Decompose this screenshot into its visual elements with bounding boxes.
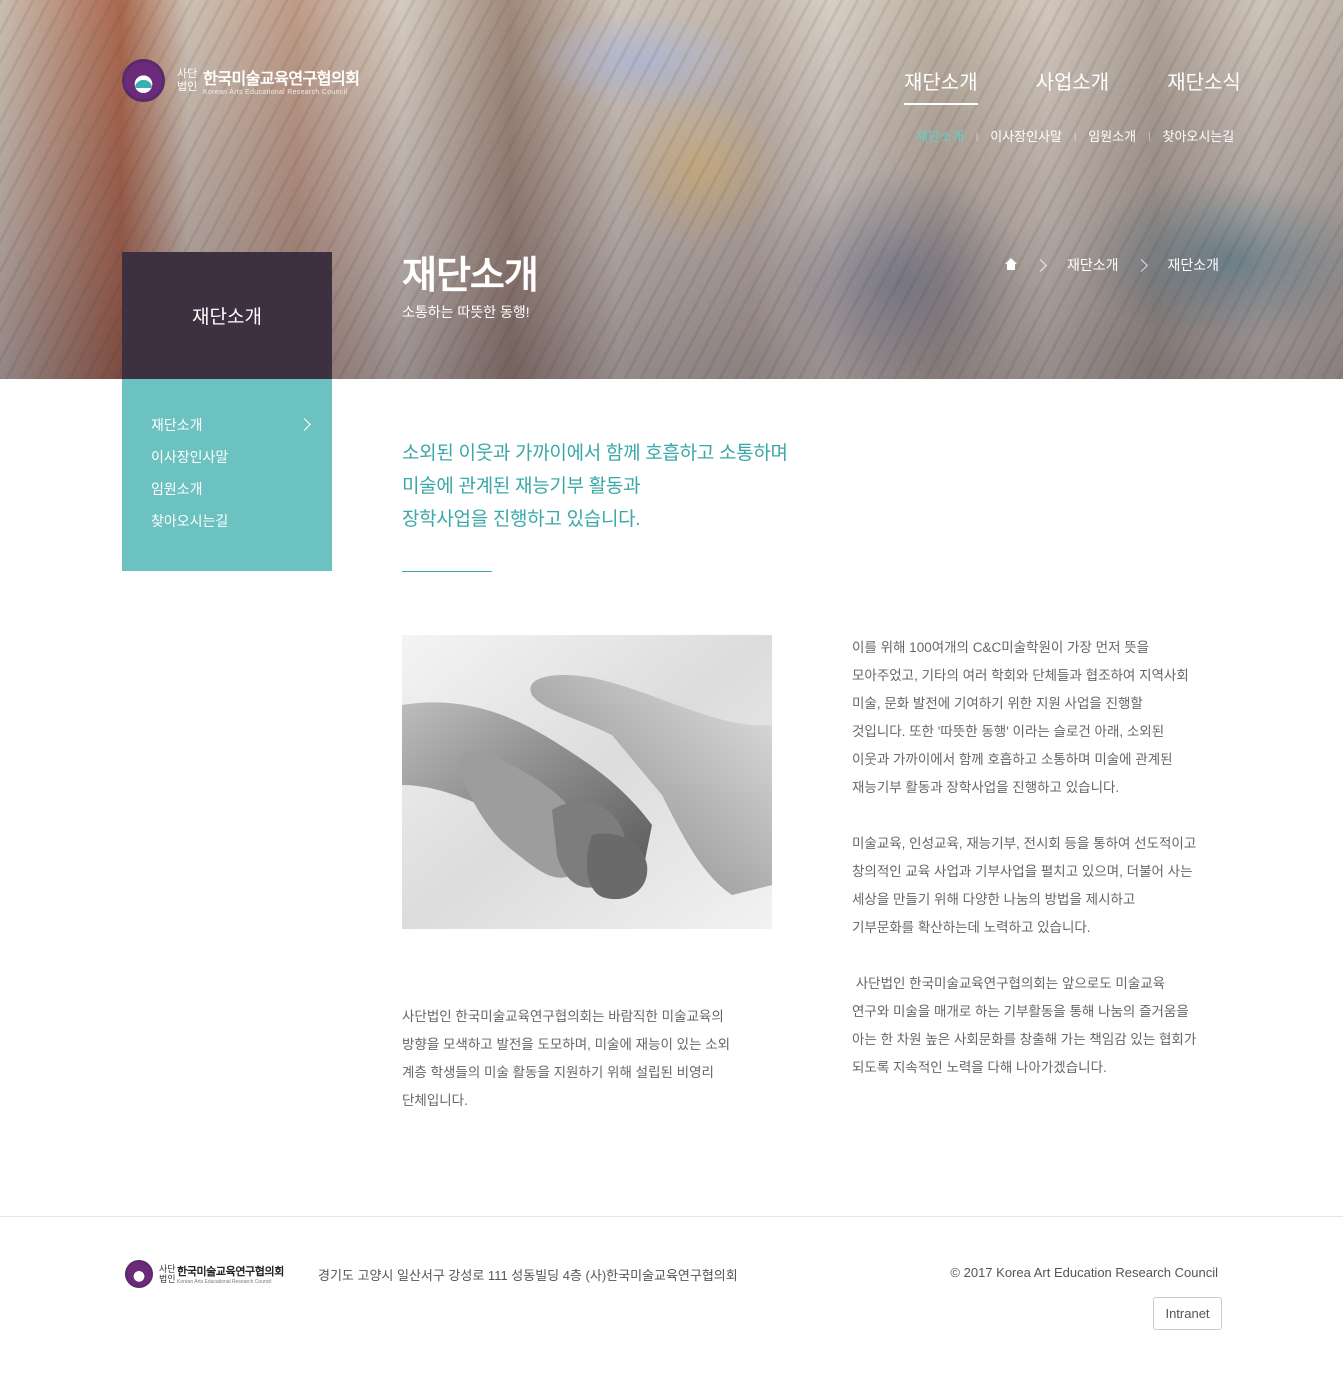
gnb-item-business[interactable]: 사업소개 (1036, 66, 1110, 105)
description-line: 미술교육, 인성교육, 재능기부, 전시회 등을 통하여 선도적이고 (852, 836, 1197, 851)
logo-prefix: 사단 법인 (177, 68, 201, 94)
subnav-item-about[interactable]: 재단소개 (916, 126, 964, 145)
footer-logo-name: 한국미술교육연구협의회 (177, 1266, 284, 1278)
footer-logo-english-name: Korean Arts Educational Research Council (177, 1279, 272, 1285)
description-line: 사단법인 한국미술교육연구협의회는 앞으로도 미술교육 (852, 976, 1166, 991)
gnb-item-about[interactable]: 재단소개 (904, 66, 978, 105)
footer-address: 경기도 고양시 일산서구 강성로 111 성동빌딩 4층 (사)한국미술교육연구… (318, 1268, 738, 1283)
description-paragraph-3: 사단법인 한국미술교육연구협의회는 앞으로도 미술교육 연구와 미술을 매개로 … (852, 970, 1232, 1082)
subnav-item-greeting[interactable]: 이사장인사말 (990, 126, 1062, 145)
description-line: 아는 한 차원 높은 사회문화를 창출해 가는 책임감 있는 협회가 (852, 1032, 1197, 1047)
footer-logo-prefix-line-1: 사단 (159, 1264, 176, 1274)
subnav-item-directions[interactable]: 찾아오시는길 (1162, 126, 1234, 145)
description-paragraph-1: 이를 위해 100여개의 C&C미술학원이 가장 먼저 뜻을 모아주었고, 기타… (852, 634, 1232, 802)
chevron-right-icon (298, 418, 311, 431)
subnav-separator: | (1073, 130, 1077, 141)
lead-divider (402, 571, 492, 572)
breadcrumb-item-current[interactable]: 재단소개 (1168, 255, 1220, 275)
page-title: 재단소개 (402, 255, 539, 297)
description-line: 세상을 만들기 위해 다양한 나눔의 방법을 제시하고 (852, 892, 1136, 907)
sidebar-item-greeting[interactable]: 이사장인사말 (151, 447, 313, 479)
description-line: 연구와 미술을 매개로 하는 기부활동을 통해 나눔의 즐거움을 (852, 1004, 1189, 1019)
page-subtitle: 소통하는 따뜻한 동행! (402, 304, 530, 320)
description-line: 미술, 문화 발전에 기여하기 위한 지원 사업을 진행할 (852, 696, 1143, 711)
description-line: 창의적인 교육 사업과 기부사업을 펼치고 있으며, 더불어 사는 (852, 864, 1193, 879)
intro-line: 사단법인 한국미술교육연구협의회는 바람직한 미술교육의 (402, 1009, 724, 1024)
lead-line: 소외된 이웃과 가까이에서 함께 호흡하고 소통하며 (402, 443, 788, 464)
lead-line: 미술에 관계된 재능기부 활동과 (402, 476, 641, 497)
description-line: 재능기부 활동과 장학사업을 진행하고 있습니다. (852, 780, 1120, 795)
footer-logo-prefix-line-2: 법인 (159, 1274, 176, 1284)
description-line: 이웃과 가까이에서 함께 호흡하고 소통하며 미술에 관계된 (852, 752, 1173, 767)
breadcrumb-item[interactable]: 재단소개 (1067, 255, 1119, 275)
footer-logo[interactable]: 사단 법인 한국미술교육연구협의회 Korean Arts Educationa… (125, 1260, 284, 1288)
footer-logo-emblem-icon (125, 1260, 153, 1288)
logo-name: 한국미술교육연구협의회 (203, 71, 360, 88)
description-line: 모아주었고, 기타의 여러 학회와 단체들과 협조하여 지역사회 (852, 668, 1189, 683)
intro-line: 방향을 모색하고 발전을 도모하며, 미술에 재능이 있는 소외 (402, 1037, 731, 1052)
footer-copyright: © 2017 Korea Art Education Research Coun… (950, 1265, 1218, 1280)
intranet-button[interactable]: Intranet (1153, 1297, 1222, 1330)
sidebar-item-directions[interactable]: 찾아오시는길 (151, 511, 313, 543)
logo-prefix-line-1: 사단 (177, 67, 198, 80)
handshake-photo (402, 635, 772, 929)
description-line: 기부문화를 확산하는데 노력하고 있습니다. (852, 920, 1091, 935)
sidebar-item-label: 재단소개 (151, 417, 203, 433)
sidebar-menu: 재단소개 이사장인사말 임원소개 찾아오시는길 (122, 379, 332, 571)
gnb-item-news[interactable]: 재단소식 (1167, 66, 1241, 105)
subnav-item-officers[interactable]: 임원소개 (1088, 126, 1136, 145)
description-line: 것입니다. 또한 '따뜻한 동행' 이라는 슬로건 아래, 소외된 (852, 724, 1165, 739)
intro-line: 단체입니다. (402, 1093, 468, 1108)
intro-paragraph: 사단법인 한국미술교육연구협의회는 바람직한 미술교육의 방향을 모색하고 발전… (402, 1003, 762, 1115)
chevron-right-icon (1034, 258, 1047, 272)
sidebar-title: 재단소개 (192, 307, 262, 328)
chevron-right-icon (1134, 258, 1148, 272)
footer-divider (0, 1216, 1343, 1217)
logo-emblem-icon (122, 59, 165, 102)
description-paragraph-2: 미술교육, 인성교육, 재능기부, 전시회 등을 통하여 선도적이고 창의적인 … (852, 830, 1232, 942)
breadcrumb: 재단소개 재단소개 (1004, 255, 1219, 275)
sidebar-item-officers[interactable]: 임원소개 (151, 479, 313, 511)
logo-english-name: Korean Arts Educational Research Council (203, 89, 348, 96)
global-nav: 재단소개 사업소개 재단소식 (904, 66, 1241, 105)
sidebar-item-about[interactable]: 재단소개 (151, 415, 313, 447)
subnav-separator: | (1148, 130, 1151, 141)
sidebar-title-box: 재단소개 (122, 252, 332, 379)
site-logo[interactable]: 사단 법인 한국미술교육연구협의회 Korean Arts Educationa… (122, 59, 360, 102)
description-line: 이를 위해 100여개의 C&C미술학원이 가장 먼저 뜻을 (852, 640, 1150, 655)
description-column: 이를 위해 100여개의 C&C미술학원이 가장 먼저 뜻을 모아주었고, 기타… (852, 634, 1232, 1110)
handshake-illustration (402, 635, 772, 929)
intro-line: 계층 학생들의 미술 활동을 지원하기 위해 설립된 비영리 (402, 1065, 714, 1080)
description-line: 되도록 지속적인 노력을 다해 나아가겠습니다. (852, 1060, 1107, 1075)
home-icon[interactable] (1004, 258, 1018, 272)
lead-text: 소외된 이웃과 가까이에서 함께 호흡하고 소통하며 미술에 관계된 재능기부 … (402, 437, 788, 536)
footer-logo-prefix: 사단 법인 (159, 1264, 177, 1284)
lead-line: 장학사업을 진행하고 있습니다. (402, 509, 641, 530)
sub-nav: 재단소개 | 이사장인사말 | 임원소개 | 찾아오시는길 (916, 126, 1234, 145)
logo-prefix-line-2: 법인 (177, 80, 198, 93)
subnav-separator: | (975, 130, 979, 141)
